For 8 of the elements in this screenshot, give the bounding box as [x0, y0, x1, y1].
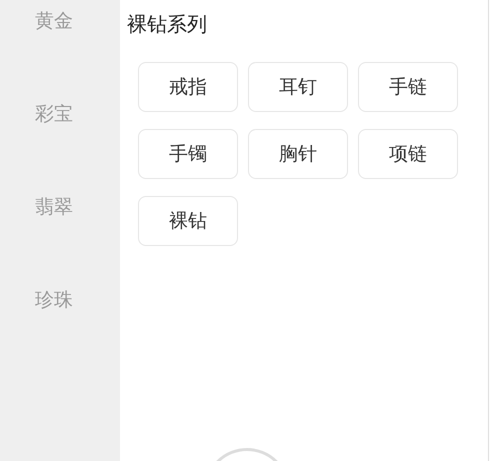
subcategory-button[interactable]: 戒指 — [138, 62, 238, 112]
subcategory-button[interactable]: 胸针 — [248, 129, 348, 179]
subcategory-button[interactable]: 手镯 — [138, 129, 238, 179]
section-title: 裸钻系列 — [127, 11, 208, 38]
subcategory-button[interactable]: 裸钻 — [138, 196, 238, 246]
subcategory-button[interactable]: 手链 — [358, 62, 458, 112]
subcategory-button[interactable]: 项链 — [358, 129, 458, 179]
subcategory-button[interactable]: 耳钉 — [248, 62, 348, 112]
